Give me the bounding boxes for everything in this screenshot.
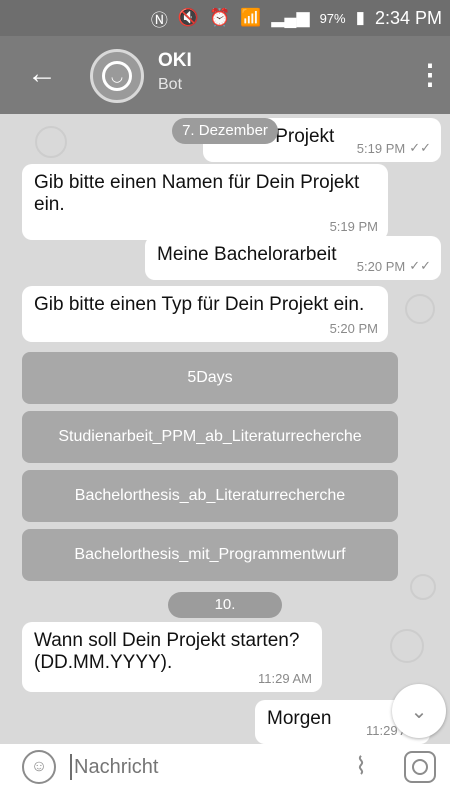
message-time: 5:19 PM — [329, 219, 378, 234]
more-options-icon[interactable]: ⋮ — [416, 58, 444, 92]
mute-icon: 🔇 — [177, 8, 200, 27]
double-check-icon: ✓✓ — [409, 258, 431, 273]
wifi-icon: 📶 — [240, 8, 262, 27]
message-meta: 5:19 PM — [330, 219, 378, 234]
message-text: Wann soll Dein Projekt starten? (DD.MM.Y… — [34, 630, 300, 673]
keyboard-button-bachelorthesis-programm[interactable]: Bachelorthesis_mit_Programmentwurf — [22, 529, 398, 581]
chat-subtitle: Bot — [158, 76, 183, 93]
message-bubble-incoming[interactable]: Wann soll Dein Projekt starten? (DD.MM.Y… — [22, 622, 322, 692]
message-time: 5:19 PM — [356, 140, 406, 156]
message-time: 11:29 AM — [258, 671, 312, 686]
message-text: Gib bitte einen Namen für Dein Projekt e… — [34, 172, 360, 215]
bot-avatar[interactable]: ◡ — [90, 49, 144, 103]
date-pill: 7. Dezember — [172, 118, 278, 144]
date-pill: 10. Dezember — [168, 592, 282, 639]
alarm-icon: ⏰ — [209, 8, 231, 27]
keyboard-button-5days[interactable]: 5Days — [22, 352, 398, 404]
message-bubble-outgoing[interactable]: Meine Bachelorarbeit 5:20 PM ✓✓ — [145, 236, 441, 280]
scroll-to-bottom-button[interactable]: ⌄ — [392, 684, 446, 738]
back-arrow-icon[interactable]: ← — [24, 56, 60, 92]
battery-level: 97% — [319, 10, 346, 26]
message-meta: 5:20 PM — [330, 321, 378, 336]
double-check-icon: ✓✓ — [409, 140, 431, 155]
emoji-icon[interactable]: ☺ — [22, 750, 56, 784]
app-header: ← ◡ OKI Bot ⋮ — [0, 36, 450, 114]
oki-logo-icon: ◡ — [102, 61, 132, 91]
message-meta: 11:29 AM — [258, 671, 312, 686]
chevron-down-icon: ⌄ — [410, 700, 428, 723]
keyboard-button-bachelorthesis-literatur[interactable]: Bachelorthesis_ab_Literaturrecherche — [22, 470, 398, 522]
keyboard-button-studienarbeit[interactable]: Studienarbeit_PPM_ab_Literaturrecherche — [22, 411, 398, 463]
message-text: Gib bitte einen Typ für Dein Projekt ein… — [34, 294, 365, 315]
message-meta: 5:19 PM ✓✓ — [357, 140, 431, 156]
battery-icon: ▮ — [355, 8, 365, 27]
signal-icon: ▂▄▆ — [271, 8, 310, 27]
text-cursor — [70, 754, 72, 780]
nfc-icon: Ⓝ — [150, 10, 168, 30]
message-time: 5:20 PM — [356, 258, 406, 274]
clock: 2:34 PM — [374, 7, 442, 28]
status-bar: Ⓝ 🔇 ⏰ 📶 ▂▄▆ 97% ▮ 2:34 PM — [0, 0, 450, 36]
message-meta: 5:20 PM ✓✓ — [357, 258, 431, 274]
camera-icon[interactable] — [404, 751, 436, 783]
message-input[interactable] — [74, 752, 324, 782]
message-bubble-incoming[interactable]: Gib bitte einen Namen für Dein Projekt e… — [22, 164, 388, 240]
chat-area[interactable]: Neues Projekt 5:19 PM ✓✓ 7. Dezember Gib… — [0, 114, 450, 744]
message-time: 5:20 PM — [329, 321, 378, 336]
message-bubble-incoming[interactable]: Gib bitte einen Typ für Dein Projekt ein… — [22, 286, 388, 342]
chat-title[interactable]: OKI — [158, 50, 192, 72]
paperclip-icon[interactable]: ⌇ — [346, 752, 376, 782]
message-composer: ☺ ⌇ — [0, 744, 450, 789]
